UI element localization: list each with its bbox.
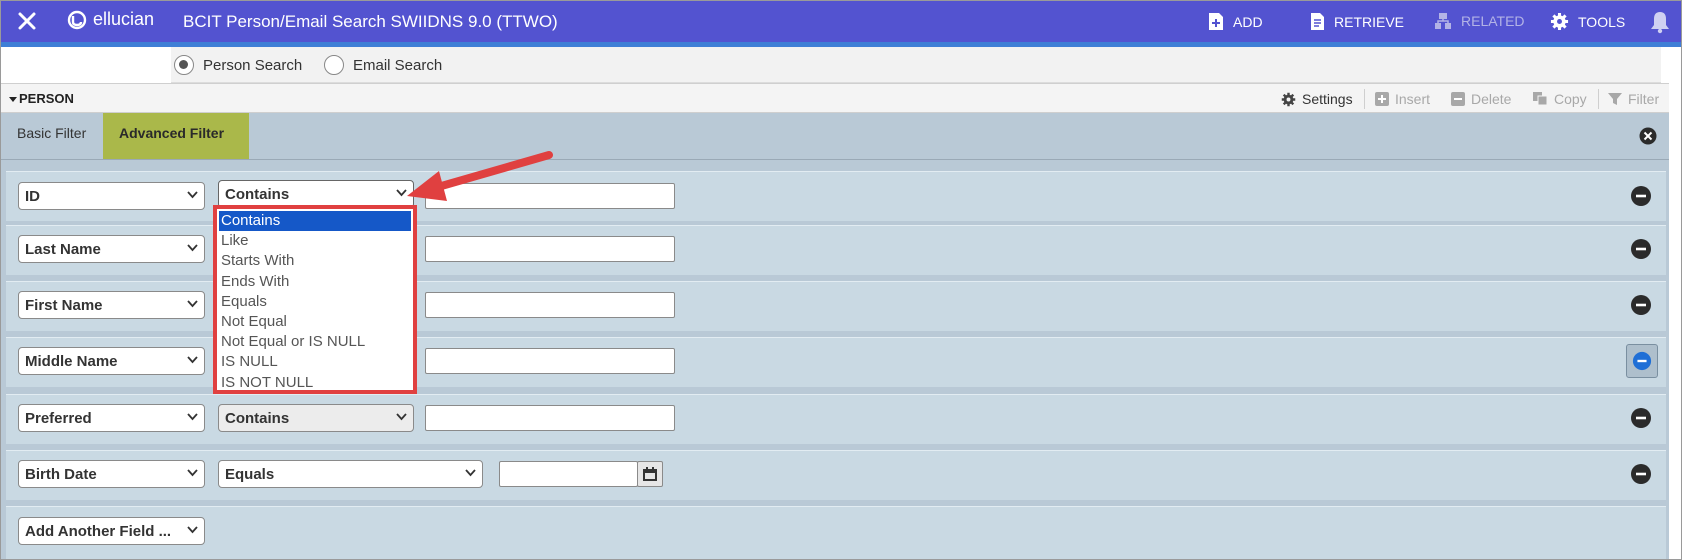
- field-select[interactable]: Birth Date: [18, 460, 205, 488]
- tab-advanced-filter[interactable]: Advanced Filter: [103, 113, 249, 159]
- chevron-down-icon: [187, 300, 198, 308]
- radio-selected-icon: [174, 55, 194, 75]
- tabs-divider: [1, 159, 1669, 160]
- chevron-down-icon: [187, 413, 198, 421]
- retrieve-doc-icon: [1311, 13, 1324, 30]
- toolbar-divider: [1598, 89, 1599, 109]
- remove-row-icon[interactable]: [1630, 463, 1652, 485]
- search-type-bar: Person Search Email Search: [171, 47, 1661, 83]
- chevron-down-icon: [396, 413, 407, 421]
- operator-dropdown-list: Contains Like Starts With Ends With Equa…: [213, 205, 417, 394]
- calendar-icon: [643, 467, 657, 481]
- operator-select[interactable]: Contains: [218, 404, 414, 432]
- search-type-row: Person Search Email Search: [1, 47, 1681, 83]
- remove-row-button[interactable]: [1626, 344, 1658, 378]
- calendar-button[interactable]: [637, 461, 663, 487]
- dropdown-option[interactable]: Starts With: [219, 251, 411, 271]
- chevron-down-icon: [187, 356, 198, 364]
- clear-filter-icon[interactable]: [1639, 127, 1657, 150]
- insert-button[interactable]: Insert: [1375, 91, 1430, 107]
- chevron-down-icon: [465, 469, 476, 477]
- operator-select[interactable]: Equals: [218, 460, 483, 488]
- remove-row-icon: [1632, 351, 1652, 371]
- filter-tabs: Basic Filter Advanced Filter: [1, 113, 1669, 159]
- related-icon: [1435, 13, 1451, 29]
- tab-basic-filter[interactable]: Basic Filter: [1, 113, 102, 159]
- chevron-down-icon: [187, 244, 198, 252]
- top-bar: ellucian BCIT Person/Email Search SWIIDN…: [1, 1, 1681, 47]
- dropdown-options: Contains Like Starts With Ends With Equa…: [219, 211, 411, 393]
- filter-icon: [1608, 93, 1622, 105]
- insert-icon: [1375, 92, 1389, 106]
- close-icon[interactable]: [15, 9, 39, 33]
- retrieve-button[interactable]: RETRIEVE: [1310, 12, 1404, 31]
- person-section-header: PERSON Settings Insert Delete Copy Filte…: [1, 83, 1669, 113]
- field-select[interactable]: Middle Name: [18, 347, 205, 375]
- section-title[interactable]: PERSON: [9, 91, 74, 106]
- related-button[interactable]: RELATED: [1434, 12, 1525, 30]
- value-input[interactable]: [425, 405, 675, 431]
- filter-button[interactable]: Filter: [1608, 91, 1659, 107]
- toolbar-divider: [1364, 89, 1365, 109]
- value-input[interactable]: [425, 236, 675, 262]
- field-select[interactable]: Last Name: [18, 235, 205, 263]
- gear-icon: [1550, 12, 1569, 31]
- dropdown-option[interactable]: Contains: [219, 211, 411, 232]
- dropdown-option[interactable]: IS NOT NULL: [219, 373, 411, 393]
- dropdown-option[interactable]: Ends With: [219, 272, 411, 292]
- dropdown-option[interactable]: IS NULL: [219, 352, 411, 372]
- settings-gear-icon: [1281, 92, 1296, 106]
- copy-button[interactable]: Copy: [1533, 91, 1587, 107]
- delete-button[interactable]: Delete: [1451, 91, 1511, 107]
- add-field-row: Add Another Field ...: [6, 506, 1666, 559]
- field-select[interactable]: Preferred: [18, 404, 205, 432]
- related-button-label: RELATED: [1461, 13, 1525, 29]
- add-button-label: ADD: [1233, 13, 1263, 30]
- chevron-down-icon: [187, 526, 198, 534]
- value-input[interactable]: [425, 348, 675, 374]
- ellucian-logo-icon: [67, 10, 87, 29]
- person-search-radio[interactable]: Person Search: [174, 55, 302, 75]
- remove-row-icon[interactable]: [1630, 294, 1652, 316]
- tools-button-label: TOOLS: [1578, 13, 1626, 30]
- tools-button[interactable]: TOOLS: [1550, 12, 1625, 31]
- copy-icon: [1533, 92, 1548, 106]
- add-button[interactable]: ADD: [1208, 12, 1263, 31]
- remove-row-icon[interactable]: [1630, 407, 1652, 429]
- add-doc-icon: [1209, 13, 1223, 30]
- notifications-bell[interactable]: [1649, 10, 1680, 34]
- chevron-down-icon: [187, 469, 198, 477]
- bell-icon: [1651, 12, 1669, 34]
- filter-row: Preferred Contains: [6, 394, 1666, 444]
- radio-unselected-icon: [324, 55, 344, 75]
- field-select[interactable]: First Name: [18, 291, 205, 319]
- app-window: ellucian BCIT Person/Email Search SWIIDN…: [0, 0, 1682, 560]
- ellucian-logo[interactable]: ellucian: [67, 9, 154, 30]
- settings-button[interactable]: Settings: [1281, 91, 1353, 107]
- person-search-label: Person Search: [203, 56, 303, 74]
- remove-row-icon[interactable]: [1630, 185, 1652, 207]
- annotation-arrow-icon: [407, 151, 553, 201]
- filter-row: Birth Date Equals: [6, 450, 1666, 500]
- dropdown-option[interactable]: Not Equal or IS NULL: [219, 332, 411, 352]
- delete-icon: [1451, 92, 1465, 106]
- caret-down-icon: [9, 97, 17, 103]
- operator-select[interactable]: Contains: [218, 180, 414, 208]
- dropdown-option[interactable]: Equals: [219, 292, 411, 312]
- date-input[interactable]: [499, 461, 638, 487]
- page-title: BCIT Person/Email Search SWIIDNS 9.0 (TT…: [183, 12, 558, 31]
- dropdown-option[interactable]: Like: [219, 231, 411, 251]
- field-select[interactable]: ID: [18, 182, 205, 210]
- dropdown-option[interactable]: Not Equal: [219, 312, 411, 332]
- email-search-radio[interactable]: Email Search: [324, 55, 442, 75]
- add-field-select[interactable]: Add Another Field ...: [18, 517, 205, 545]
- value-input[interactable]: [425, 292, 675, 318]
- retrieve-button-label: RETRIEVE: [1334, 13, 1405, 30]
- brand-name: ellucian: [93, 9, 155, 29]
- chevron-down-icon: [187, 191, 198, 199]
- remove-row-icon[interactable]: [1630, 238, 1652, 260]
- email-search-label: Email Search: [353, 56, 443, 74]
